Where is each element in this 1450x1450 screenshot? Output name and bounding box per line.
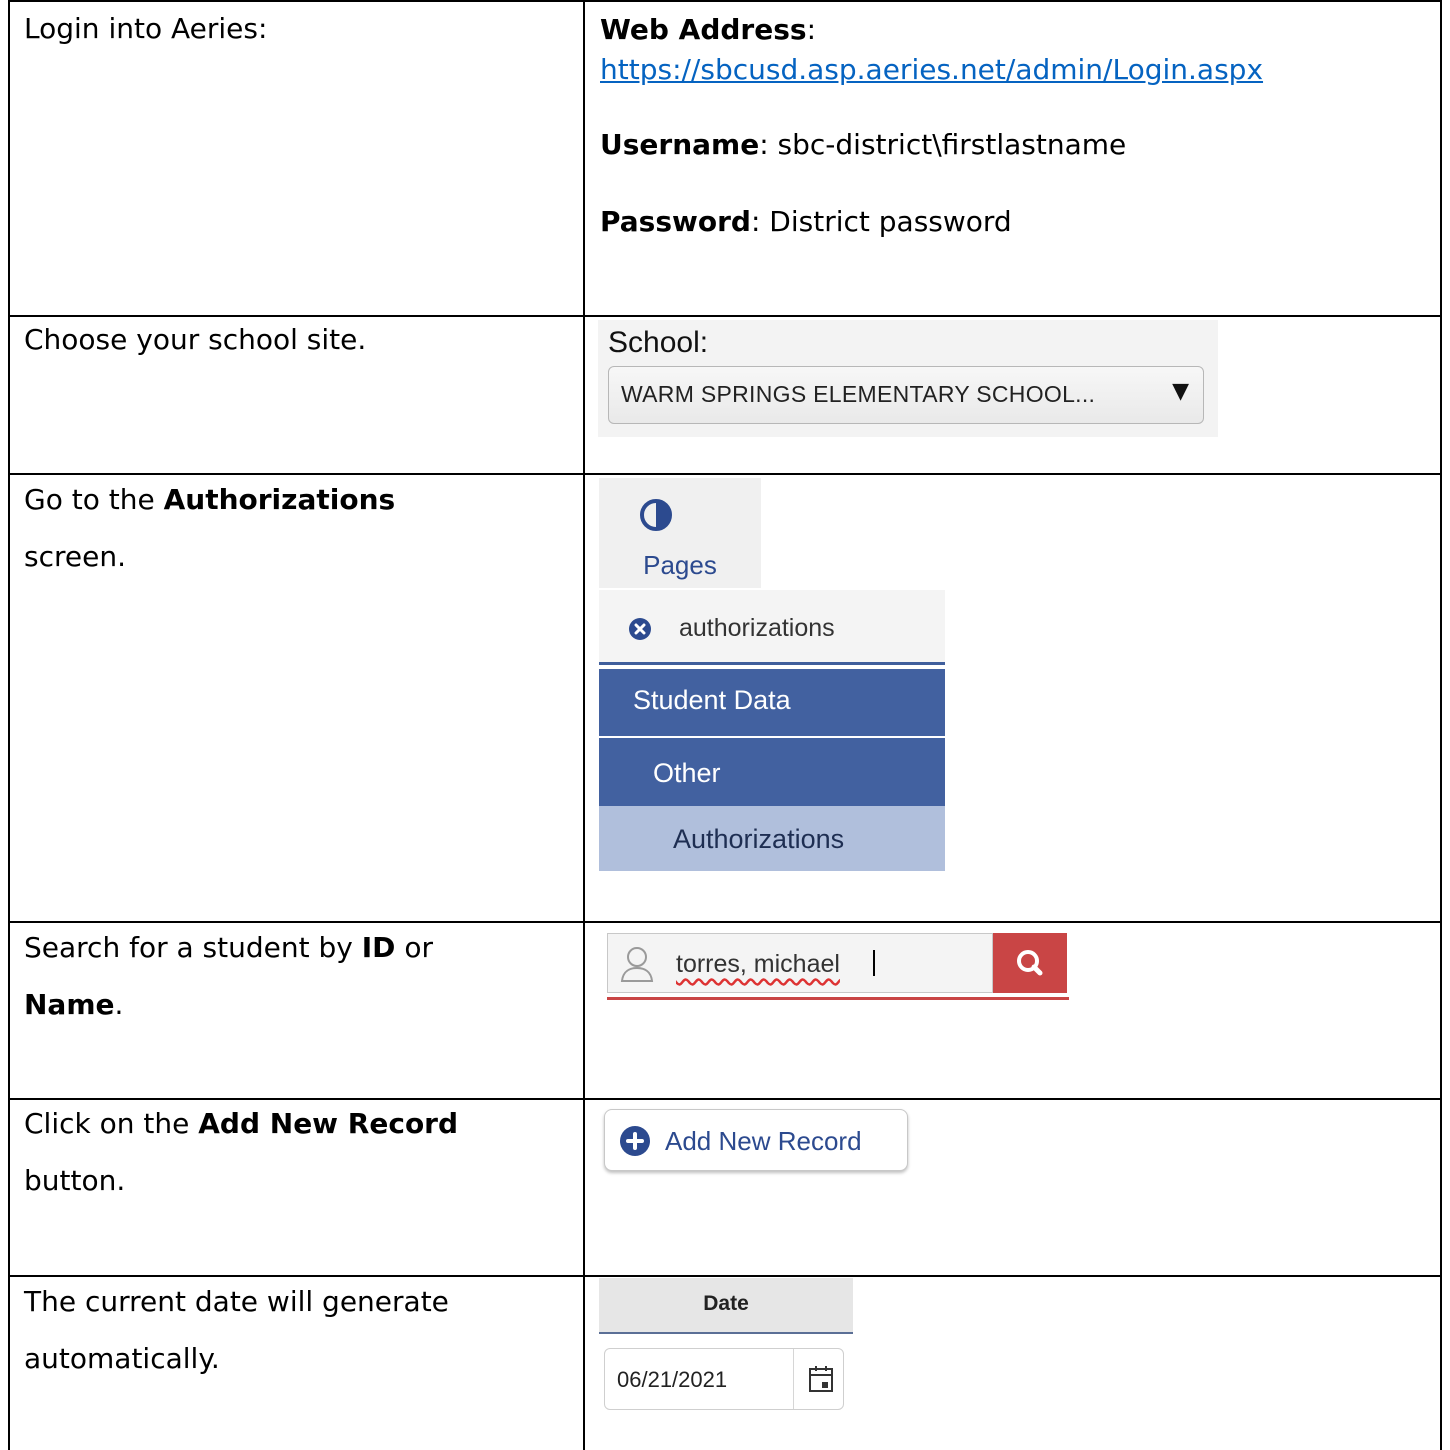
student-search: torres, michael bbox=[607, 933, 1069, 1000]
nav-authorizations[interactable]: Authorizations bbox=[599, 806, 945, 871]
search-underline bbox=[607, 997, 1069, 1000]
chevron-down-icon: ▼ bbox=[1172, 379, 1189, 404]
table-border-left bbox=[8, 0, 10, 1450]
date-field[interactable]: 06/21/2021 bbox=[604, 1348, 844, 1410]
page-search-field[interactable]: authorizations bbox=[599, 590, 945, 662]
table-border-right bbox=[1440, 0, 1442, 1450]
date-field-divider bbox=[793, 1349, 794, 1409]
step-add-record: Click on the Add New Record button. bbox=[24, 1107, 459, 1197]
school-selected-value: WARM SPRINGS ELEMENTARY SCHOOL... bbox=[621, 381, 1096, 407]
nav-separator bbox=[599, 662, 945, 665]
nav-student-data[interactable]: Student Data bbox=[599, 669, 945, 736]
search-icon bbox=[1017, 950, 1043, 976]
table-border-middle bbox=[583, 0, 585, 1450]
student-search-value: torres, michael bbox=[676, 950, 840, 978]
add-new-record-button[interactable]: Add New Record bbox=[604, 1109, 908, 1171]
school-select[interactable]: WARM SPRINGS ELEMENTARY SCHOOL... ▼ bbox=[608, 366, 1204, 424]
student-search-input[interactable]: torres, michael bbox=[607, 933, 993, 993]
page-search-text: authorizations bbox=[679, 614, 835, 642]
school-panel: School: WARM SPRINGS ELEMENTARY SCHOOL..… bbox=[598, 320, 1218, 437]
clear-icon[interactable] bbox=[629, 618, 651, 640]
pages-tab[interactable]: Pages bbox=[599, 478, 761, 588]
step-choose-school: Choose your school site. bbox=[24, 323, 367, 356]
text-cursor bbox=[873, 950, 875, 976]
nav-other[interactable]: Other bbox=[599, 738, 945, 806]
username-line: Username: sbc-district\firstlastname bbox=[600, 128, 1127, 161]
plus-circle-icon bbox=[620, 1126, 650, 1156]
password-line: Password: District password bbox=[600, 205, 1012, 238]
login-url-line: https://sbcusd.asp.aeries.net/admin/Logi… bbox=[600, 50, 1263, 90]
school-label: School: bbox=[608, 326, 709, 359]
date-header-label: Date bbox=[703, 1292, 749, 1315]
login-url-link[interactable]: https://sbcusd.asp.aeries.net/admin/Logi… bbox=[600, 53, 1263, 86]
half-circle-icon bbox=[640, 499, 672, 531]
step-search-student: Search for a student by ID or Name. bbox=[24, 931, 433, 1021]
date-value: 06/21/2021 bbox=[617, 1367, 728, 1392]
add-new-record-label: Add New Record bbox=[665, 1126, 862, 1156]
step-go-authorizations: Go to the Authorizations screen. bbox=[24, 483, 396, 573]
pages-label: Pages bbox=[643, 550, 717, 580]
date-column-header: Date bbox=[599, 1278, 853, 1334]
person-icon bbox=[620, 947, 654, 982]
web-address-line: Web Address: bbox=[600, 13, 816, 46]
step-date: The current date will generate automatic… bbox=[24, 1285, 449, 1375]
step-login: Login into Aeries: bbox=[24, 12, 268, 45]
calendar-icon[interactable] bbox=[808, 1365, 834, 1393]
search-button[interactable] bbox=[993, 933, 1067, 993]
